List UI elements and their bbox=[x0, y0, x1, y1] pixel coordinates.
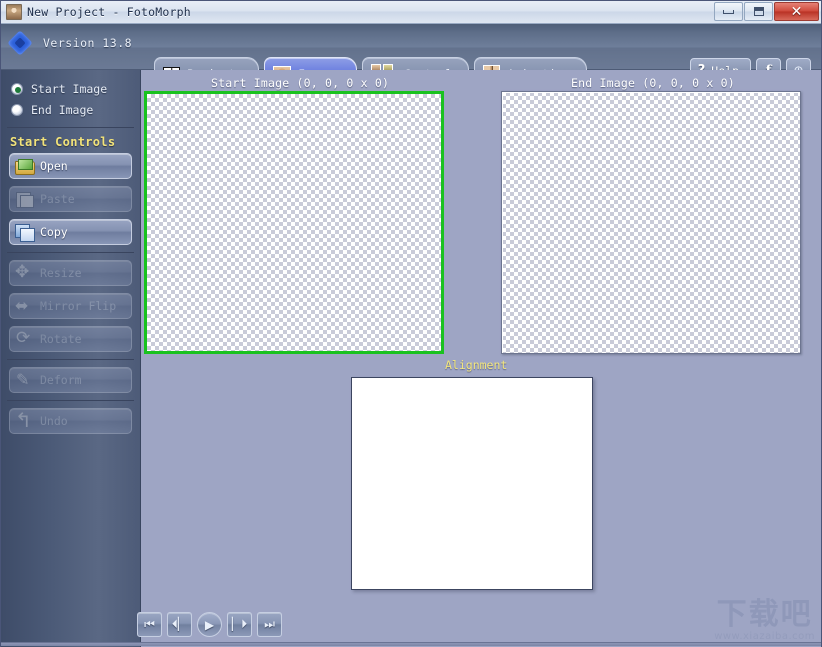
deform-button-label: Deform bbox=[40, 373, 82, 387]
rotate-button[interactable]: Rotate bbox=[9, 326, 132, 352]
playback-controls: ⏮ ⏴▏ ▶ ▏⏵ ⏭ bbox=[137, 612, 282, 637]
app-photo-icon bbox=[6, 4, 22, 20]
minimize-icon bbox=[723, 9, 734, 14]
deform-button[interactable]: Deform bbox=[9, 367, 132, 393]
radio-start-image-label: Start Image bbox=[31, 81, 108, 96]
paste-button-label: Paste bbox=[40, 192, 75, 206]
maximize-icon bbox=[753, 7, 764, 16]
workspace: Start Image (0, 0, 0 x 0) End Image (0, … bbox=[141, 70, 821, 647]
status-bar bbox=[1, 642, 821, 646]
alignment-preview[interactable] bbox=[351, 377, 593, 590]
minimize-button[interactable] bbox=[714, 2, 743, 21]
start-image-caption: Start Image (0, 0, 0 x 0) bbox=[211, 76, 390, 90]
start-controls-heading: Start Controls bbox=[10, 135, 116, 149]
next-frame-icon: ▏⏵ bbox=[231, 617, 248, 631]
close-icon: ✕ bbox=[790, 3, 803, 20]
resize-button[interactable]: Resize bbox=[9, 260, 132, 286]
copy-button[interactable]: Copy bbox=[9, 219, 132, 245]
paste-icon bbox=[15, 191, 34, 208]
play-button[interactable]: ▶ bbox=[197, 612, 222, 637]
maximize-button[interactable] bbox=[744, 2, 773, 21]
undo-arrow-icon bbox=[15, 408, 34, 432]
header-bar: Version 13.8 Projects Images Control Ani… bbox=[1, 24, 821, 89]
version-block: Version 13.8 bbox=[9, 32, 132, 54]
left-sidebar: Start Image End Image Start Controls Ope… bbox=[1, 70, 141, 647]
deform-pen-icon bbox=[15, 370, 34, 389]
fotomorph-diamond-logo bbox=[9, 32, 31, 54]
open-button[interactable]: Open bbox=[9, 153, 132, 179]
previous-frame-icon: ⏴▏ bbox=[171, 617, 188, 631]
copy-button-label: Copy bbox=[40, 225, 68, 239]
open-folder-icon bbox=[15, 158, 35, 175]
rotate-button-label: Rotate bbox=[40, 332, 82, 346]
sidebar-divider-2 bbox=[7, 252, 134, 253]
mirror-flip-icon bbox=[15, 296, 34, 315]
end-image-caption: End Image (0, 0, 0 x 0) bbox=[571, 76, 735, 90]
radio-end-image-label: End Image bbox=[31, 102, 94, 117]
last-frame-button[interactable]: ⏭ bbox=[257, 612, 282, 637]
previous-frame-button[interactable]: ⏴▏ bbox=[167, 612, 192, 637]
start-image-canvas[interactable] bbox=[144, 91, 444, 354]
radio-start-image[interactable]: Start Image bbox=[1, 78, 140, 99]
resize-button-label: Resize bbox=[40, 266, 82, 280]
sidebar-divider-4 bbox=[7, 400, 134, 401]
fotomorph-window: New Project - FotoMorph ✕ Version 13.8 P… bbox=[0, 0, 822, 647]
radio-end-image[interactable]: End Image bbox=[1, 99, 140, 120]
mirror-flip-button-label: Mirror Flip bbox=[40, 299, 117, 313]
sidebar-divider-3 bbox=[7, 359, 134, 360]
window-title: New Project - FotoMorph bbox=[27, 5, 191, 19]
resize-arrows-icon bbox=[15, 262, 34, 282]
paste-button[interactable]: Paste bbox=[9, 186, 132, 212]
open-button-label: Open bbox=[40, 159, 68, 173]
first-frame-icon: ⏮ bbox=[144, 617, 155, 631]
alignment-label: Alignment bbox=[445, 358, 508, 372]
rotate-icon bbox=[15, 328, 34, 348]
copy-icon bbox=[15, 224, 35, 242]
close-button[interactable]: ✕ bbox=[774, 2, 819, 21]
version-label: Version 13.8 bbox=[43, 36, 133, 50]
last-frame-icon: ⏭ bbox=[264, 617, 275, 631]
window-buttons: ✕ bbox=[713, 2, 819, 21]
sidebar-divider-1 bbox=[7, 127, 134, 128]
first-frame-button[interactable]: ⏮ bbox=[137, 612, 162, 637]
play-icon: ▶ bbox=[204, 617, 215, 632]
radio-end-image-indicator bbox=[11, 103, 23, 116]
title-bar: New Project - FotoMorph ✕ bbox=[1, 1, 821, 24]
next-frame-button[interactable]: ▏⏵ bbox=[227, 612, 252, 637]
undo-button-label: Undo bbox=[40, 414, 68, 428]
end-image-canvas[interactable] bbox=[501, 91, 801, 354]
mirror-flip-button[interactable]: Mirror Flip bbox=[9, 293, 132, 319]
radio-start-image-indicator bbox=[11, 82, 23, 95]
undo-button[interactable]: Undo bbox=[9, 408, 132, 434]
